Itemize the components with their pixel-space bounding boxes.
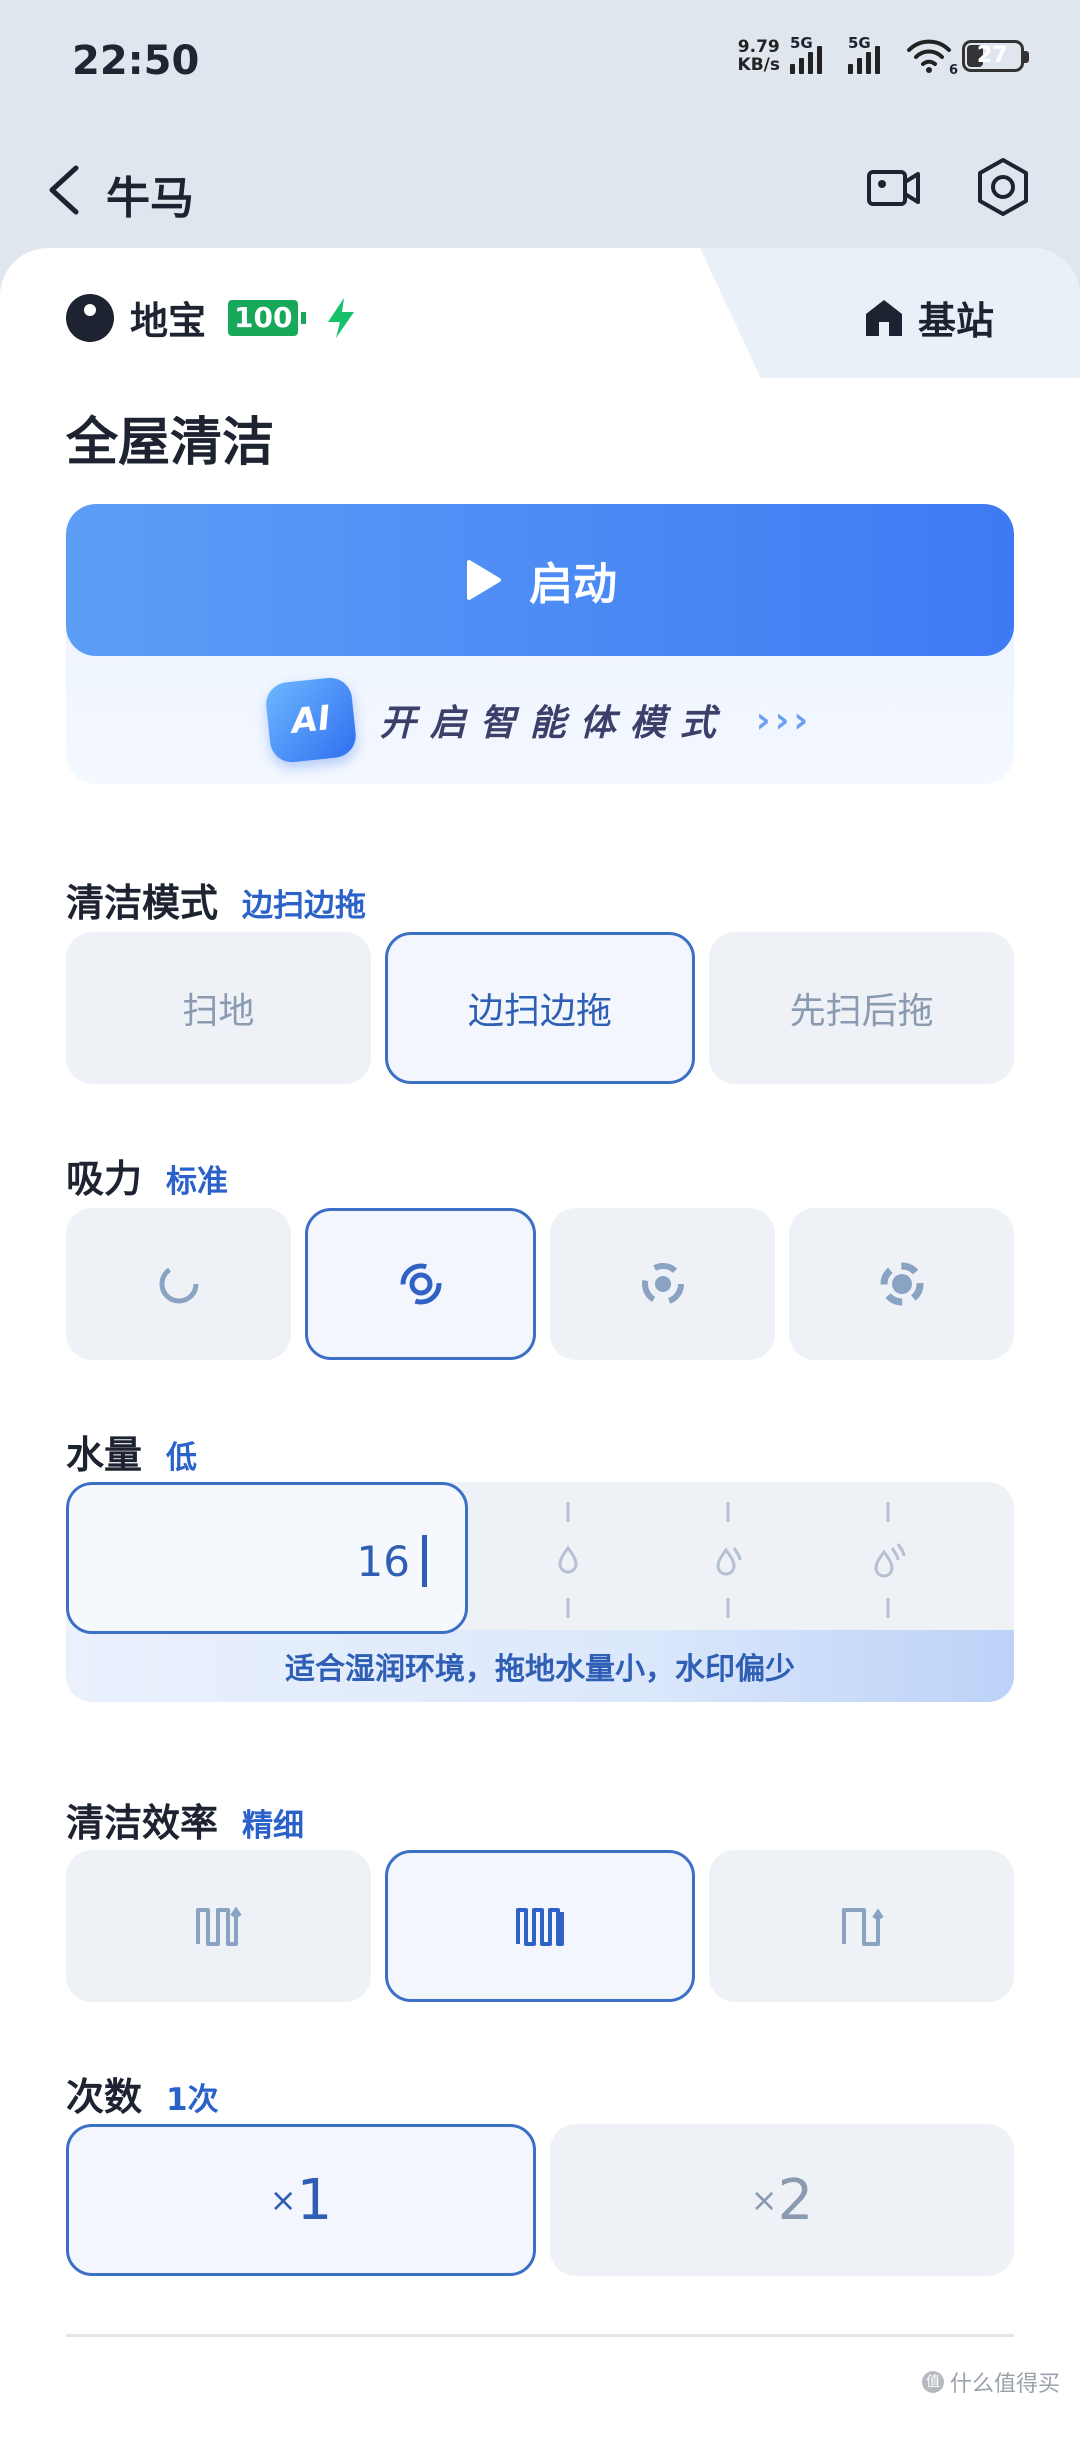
clean-mode-option-sweep[interactable]: 扫地	[66, 932, 371, 1084]
path-fine-icon	[516, 1908, 564, 1946]
path-fast-icon	[841, 1908, 884, 1946]
watermark-logo-icon: 值	[921, 2371, 944, 2393]
fan-standard-icon	[400, 1263, 441, 1305]
start-button[interactable]: 启动	[66, 504, 1014, 656]
station-tab[interactable]: 基站	[862, 290, 994, 345]
cell-signal-icon: 5G	[790, 34, 838, 74]
slider-handle[interactable]	[422, 1535, 427, 1587]
robot-icon	[66, 293, 114, 342]
status-bar: 22:50 9.79 KB/s 5G 5G 6 27	[0, 0, 1080, 130]
fan-max-icon	[880, 1262, 923, 1306]
water-slider[interactable]: 适合湿润环境，拖地水量小，水印偏少 16	[66, 1482, 1014, 1702]
back-button[interactable]	[40, 160, 100, 220]
chevron-left-icon	[49, 165, 79, 215]
path-dense-icon	[196, 1906, 242, 1946]
water-drop-icon-2	[716, 1502, 742, 1618]
device-name: 地宝	[130, 299, 207, 343]
settings-button[interactable]	[970, 154, 1036, 220]
clean-mode-header: 清洁模式 边扫边拖	[66, 881, 367, 925]
ai-icon: AI	[263, 675, 358, 765]
water-drop-icon-1	[558, 1502, 578, 1618]
suction-level-2[interactable]	[305, 1208, 536, 1360]
watermark: 值 什么值得买	[921, 2366, 1060, 2398]
times-options: × 1 × 2	[66, 2124, 1014, 2276]
video-camera-icon	[867, 170, 920, 206]
water-value: 16	[357, 1535, 427, 1587]
times-option-2[interactable]: × 2	[550, 2124, 1014, 2276]
cell-signal-icon-2: 5G	[848, 34, 896, 74]
times-header: 次数 1次	[66, 2075, 219, 2119]
start-card: 启动 AI 开启智能体模式 ›››	[66, 504, 1014, 784]
efficiency-option-3[interactable]	[709, 1850, 1015, 2002]
play-icon	[467, 560, 501, 600]
clean-mode-option-sweep-mop[interactable]: 边扫边拖	[384, 932, 696, 1084]
section-title: 全屋清洁	[66, 413, 275, 473]
water-slider-thumb[interactable]: 16	[66, 1482, 468, 1634]
efficiency-header: 清洁效率 精细	[66, 1801, 305, 1845]
efficiency-option-2[interactable]	[384, 1850, 696, 2002]
ai-mode-text: 开启智能体模式	[379, 703, 730, 744]
camera-button[interactable]	[864, 158, 924, 218]
efficiency-options	[66, 1850, 1015, 2002]
suction-level-1[interactable]	[66, 1208, 291, 1360]
charging-bolt-icon	[328, 297, 355, 338]
net-speed: 9.79 KB/s	[737, 37, 780, 75]
station-label: 基站	[918, 299, 995, 343]
fan-strong-icon	[641, 1263, 684, 1305]
wifi-icon: 6	[906, 38, 958, 78]
home-icon	[866, 299, 902, 336]
battery-icon: 27	[962, 40, 1029, 72]
status-time: 22:50	[72, 38, 200, 84]
status-icons: 9.79 KB/s 5G 5G 6 27	[737, 34, 1029, 78]
efficiency-option-1[interactable]	[66, 1850, 371, 2002]
start-label: 启动	[529, 559, 617, 610]
suction-level-3[interactable]	[550, 1208, 775, 1360]
device-battery-badge: 100	[228, 299, 307, 336]
clean-mode-options: 扫地 边扫边拖 先扫后拖	[66, 932, 1015, 1084]
water-hint: 适合湿润环境，拖地水量小，水印偏少	[66, 1630, 1014, 1702]
divider	[66, 2334, 1014, 2337]
gear-icon	[978, 158, 1028, 216]
top-bar: 牛马	[0, 140, 1080, 240]
suction-header: 吸力 标准	[66, 1157, 229, 1201]
device-tab[interactable]: 地宝 100	[66, 290, 358, 345]
ai-mode-button[interactable]: AI 开启智能体模式 ›››	[66, 656, 1014, 784]
water-drop-icon-3	[874, 1502, 906, 1618]
suction-options	[66, 1208, 1014, 1360]
times-option-1[interactable]: × 1	[66, 2124, 536, 2276]
fan-low-icon	[159, 1264, 198, 1304]
page-title: 牛马	[106, 173, 194, 224]
water-header: 水量 低	[66, 1433, 198, 1477]
clean-mode-option-sweep-then-mop[interactable]: 先扫后拖	[709, 932, 1015, 1084]
suction-level-4[interactable]	[789, 1208, 1014, 1360]
chevron-right-icon: ›››	[755, 699, 813, 741]
